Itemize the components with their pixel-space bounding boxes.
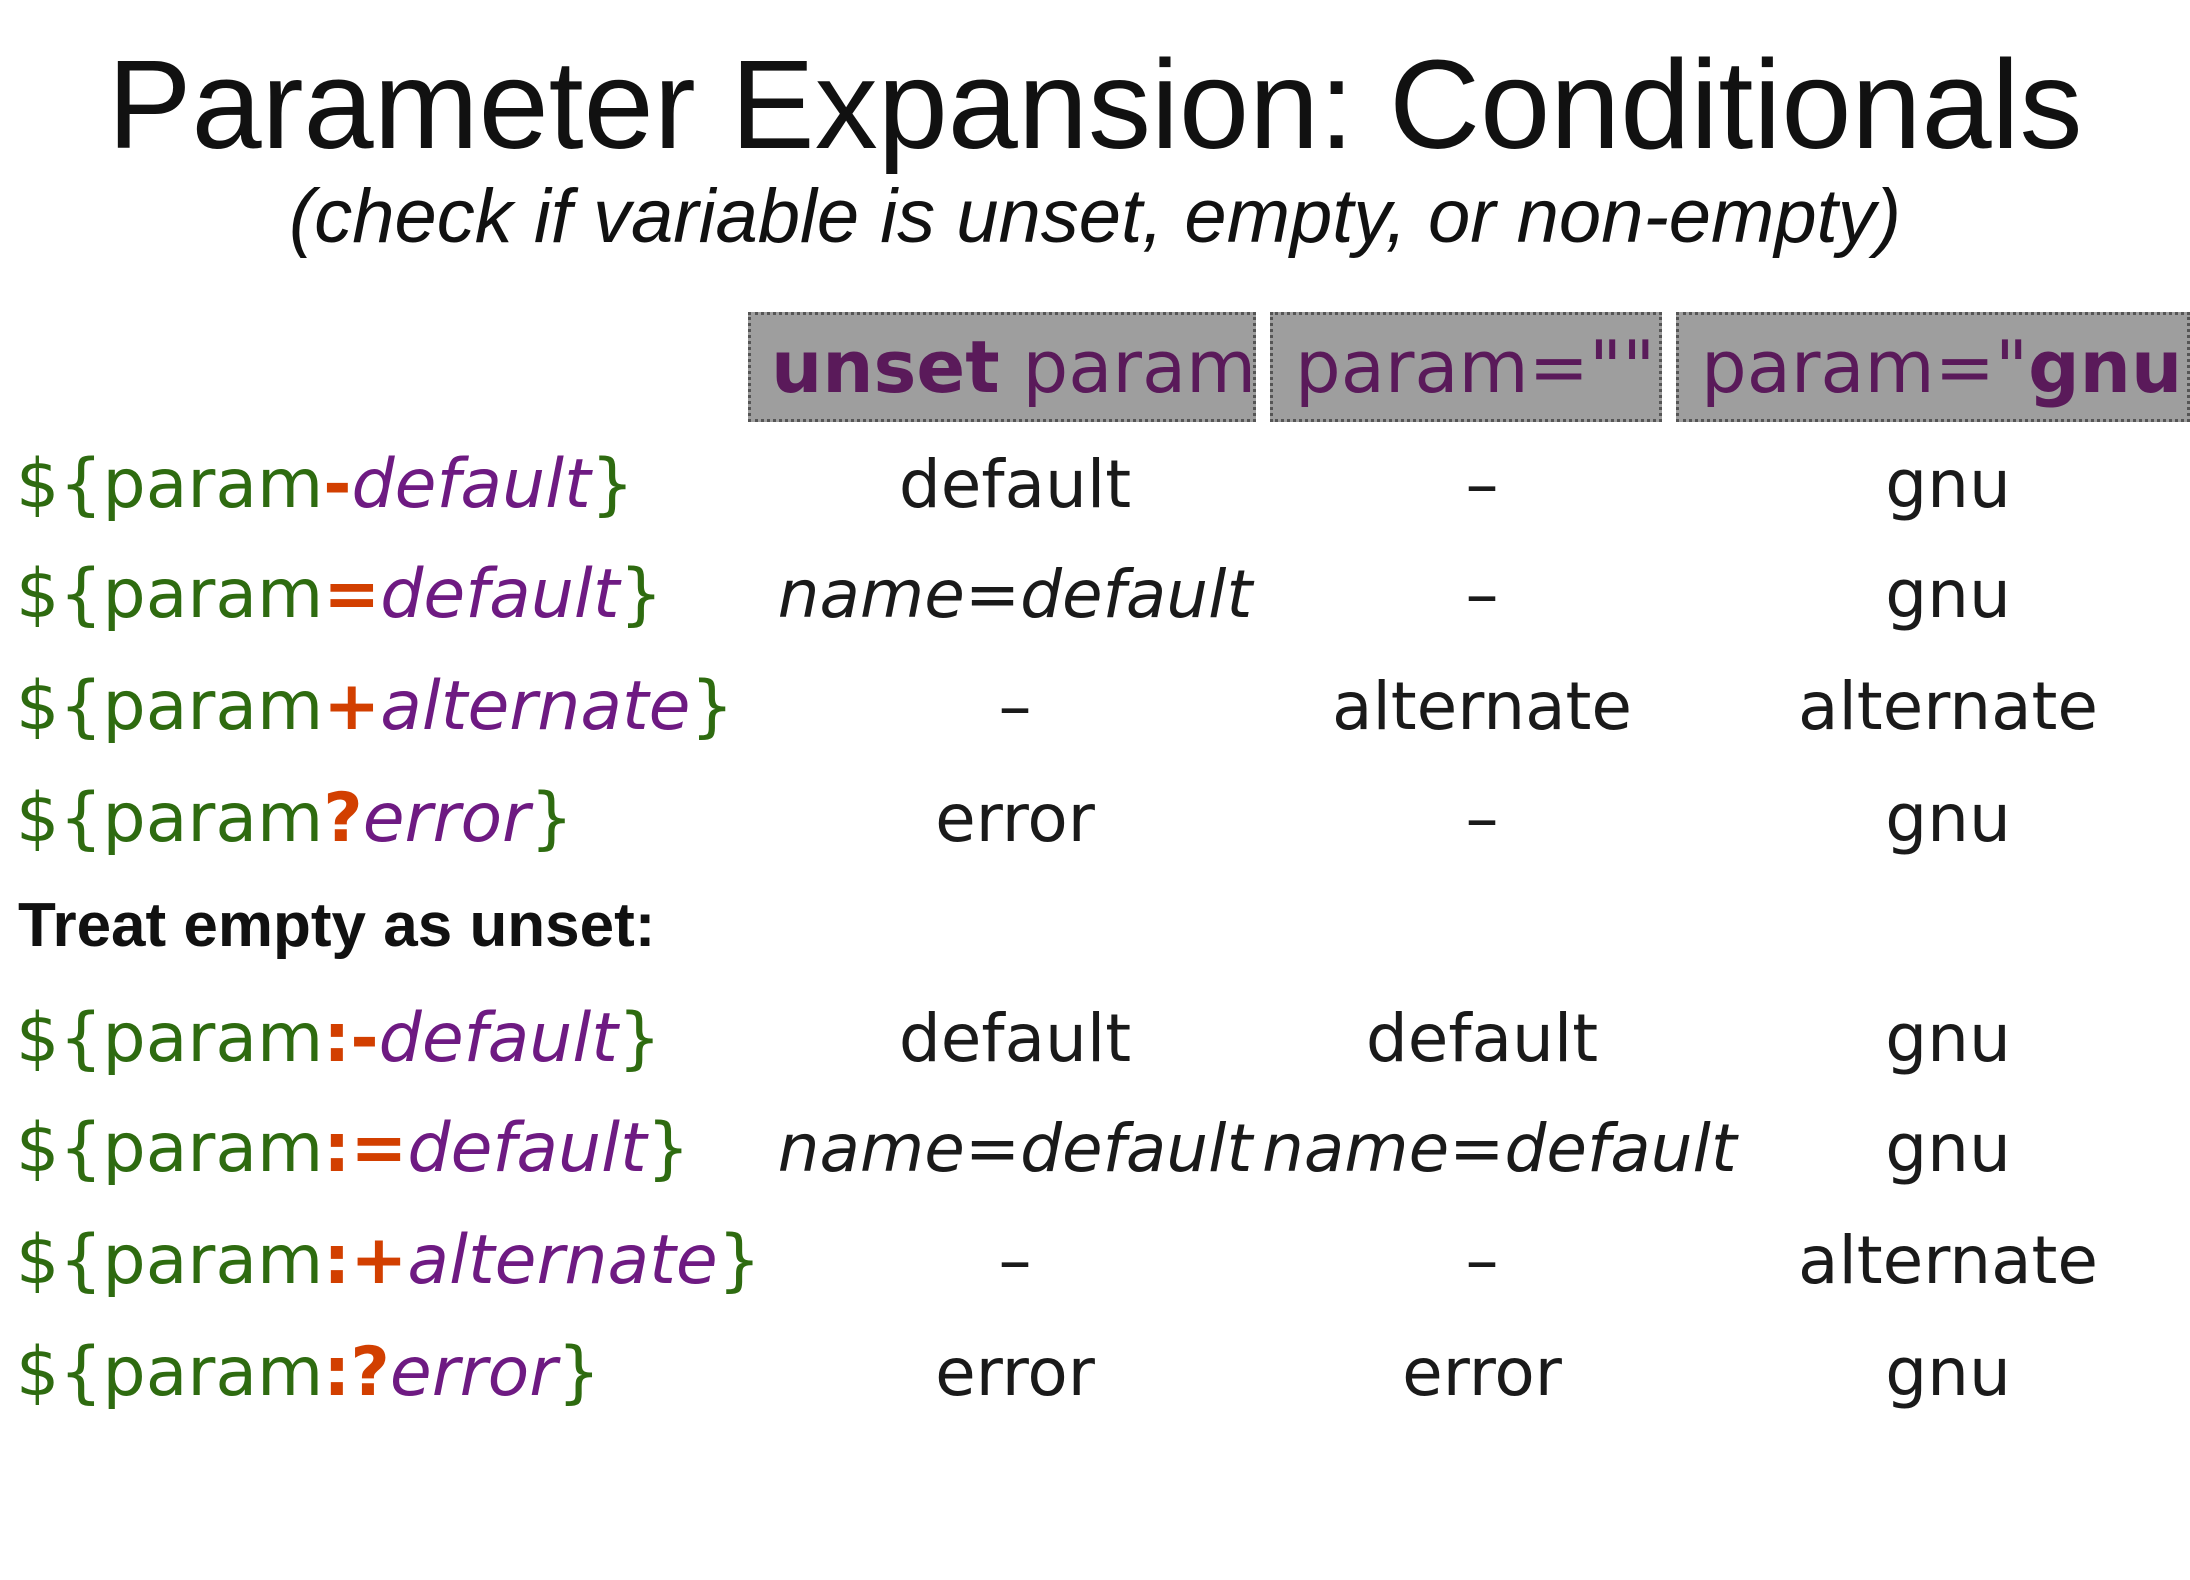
result-cell-nonempty: gnu: [1885, 446, 2011, 523]
column-header-text: param="": [1295, 325, 1656, 409]
syntax-suffix: }: [617, 999, 662, 1078]
expansion-syntax: ${param-default}: [16, 430, 634, 540]
result-cell-unset: name=default: [777, 1110, 1253, 1187]
syntax-argument: default: [380, 555, 620, 634]
expansion-syntax: ${param?error}: [16, 764, 573, 874]
column-header-text: ": [2182, 325, 2187, 409]
result-cell-empty: error: [1402, 1334, 1562, 1411]
result-cell-nonempty: gnu: [1885, 780, 2011, 857]
syntax-prefix: ${param: [16, 1333, 324, 1412]
syntax-suffix: }: [690, 667, 734, 746]
result-cell-nonempty: alternate: [1798, 668, 2098, 745]
result-cell-nonempty: alternate: [1798, 1222, 2098, 1299]
column-header-text: param: [999, 325, 1256, 409]
syntax-argument: error: [362, 779, 530, 858]
syntax-argument: default: [407, 1109, 647, 1188]
syntax-operator: ?: [323, 779, 363, 858]
result-cell-unset: error: [935, 1334, 1095, 1411]
syntax-prefix: ${param: [16, 555, 324, 634]
column-header-text: param=": [1701, 325, 2029, 409]
syntax-operator: :?: [323, 1333, 390, 1412]
expansion-syntax: ${param:-default}: [16, 984, 661, 1094]
expansion-syntax: ${param:+alternate}: [16, 1206, 761, 1316]
syntax-operator: :-: [323, 999, 379, 1078]
result-cell-nonempty: gnu: [1885, 556, 2011, 633]
expansion-syntax: ${param:?error}: [16, 1318, 600, 1428]
page-subtitle: (check if variable is unset, empty, or n…: [288, 174, 1902, 259]
expansion-syntax: ${param:=default}: [16, 1094, 690, 1204]
syntax-prefix: ${param: [16, 445, 324, 524]
result-cell-nonempty: gnu: [1885, 1000, 2011, 1077]
result-cell-unset: default: [898, 446, 1132, 523]
column-header-bold: gnu: [2028, 325, 2183, 409]
result-cell-empty: –: [1465, 1222, 1499, 1299]
result-cell-empty: –: [1465, 446, 1499, 523]
column-header-unset: unset param: [748, 312, 1256, 422]
column-header-nonempty: param="gnu": [1676, 312, 2190, 422]
expansion-syntax: ${param+alternate}: [16, 652, 734, 762]
column-header-empty: param="": [1270, 312, 1662, 422]
result-cell-empty: –: [1465, 780, 1499, 857]
syntax-argument: alternate: [407, 1221, 718, 1300]
result-cell-empty: name=default: [1262, 1110, 1737, 1187]
syntax-prefix: ${param: [16, 999, 324, 1078]
syntax-argument: default: [351, 445, 591, 524]
result-cell-nonempty: gnu: [1885, 1334, 2011, 1411]
result-cell-unset: –: [998, 1222, 1032, 1299]
syntax-argument: default: [378, 999, 618, 1078]
syntax-prefix: ${param: [16, 779, 324, 858]
result-cell-unset: –: [998, 668, 1032, 745]
result-cell-empty: alternate: [1332, 668, 1632, 745]
syntax-prefix: ${param: [16, 667, 324, 746]
page-title: Parameter Expansion: Conditionals: [107, 34, 2083, 175]
syntax-suffix: }: [590, 445, 634, 524]
result-cell-unset: default: [898, 1000, 1132, 1077]
syntax-prefix: ${param: [16, 1109, 324, 1188]
syntax-suffix: }: [717, 1221, 761, 1300]
syntax-suffix: }: [530, 779, 574, 858]
syntax-argument: alternate: [380, 667, 691, 746]
syntax-operator: :=: [323, 1109, 408, 1188]
syntax-operator: +: [323, 667, 381, 746]
syntax-operator: =: [323, 555, 381, 634]
syntax-operator: -: [323, 445, 352, 524]
result-cell-empty: default: [1365, 1000, 1599, 1077]
syntax-suffix: }: [619, 555, 663, 634]
column-header-bold: unset: [771, 325, 1000, 409]
syntax-prefix: ${param: [16, 1221, 324, 1300]
result-cell-empty: –: [1465, 556, 1499, 633]
syntax-argument: error: [389, 1333, 558, 1412]
expansion-syntax: ${param=default}: [16, 540, 663, 650]
result-cell-unset: error: [935, 780, 1095, 857]
syntax-suffix: }: [646, 1109, 690, 1188]
result-cell-nonempty: gnu: [1885, 1110, 2011, 1187]
section-heading: Treat empty as unset:: [18, 891, 656, 960]
syntax-suffix: }: [557, 1333, 601, 1412]
syntax-operator: :+: [323, 1221, 408, 1300]
result-cell-unset: name=default: [777, 556, 1253, 633]
